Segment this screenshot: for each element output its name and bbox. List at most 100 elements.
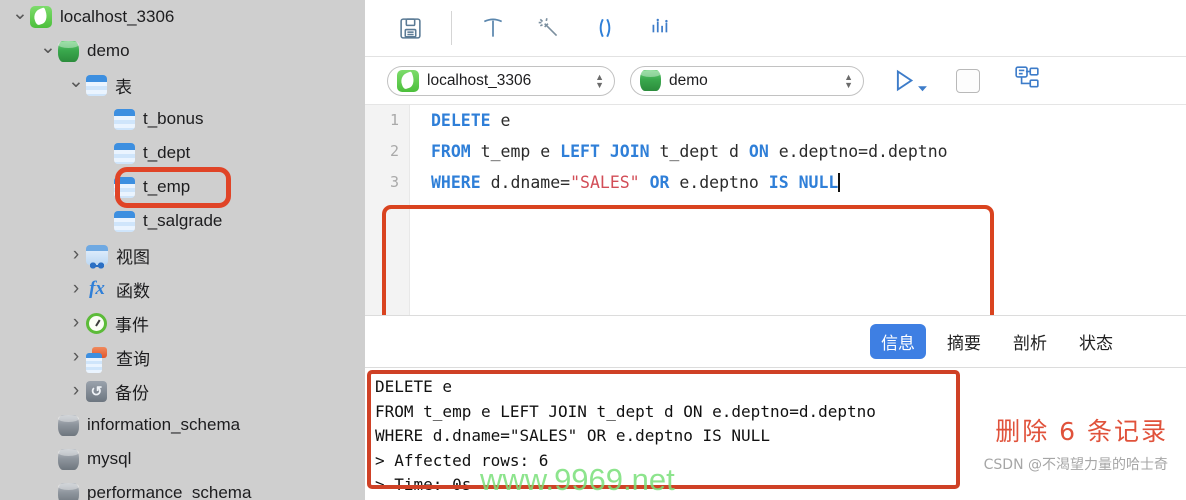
table-icon	[114, 210, 135, 232]
tree-item-label: 函数	[116, 281, 150, 301]
code-token: d.dname=	[480, 173, 571, 192]
database-icon-gray	[58, 448, 79, 470]
editor-toolbar	[365, 0, 1186, 57]
database-icon	[58, 40, 79, 62]
save-icon[interactable]	[389, 8, 431, 48]
tree-item-demo[interactable]: demo	[0, 34, 365, 68]
tree-item-t_emp[interactable]: t_emp	[0, 170, 365, 204]
sql-editor[interactable]: 123 DELETE e FROM t_emp e LEFT JOIN t_dep…	[365, 105, 1186, 316]
code-token: WHERE	[431, 173, 481, 192]
database-select[interactable]: demo ▲ ▼	[630, 65, 864, 96]
stepper-arrows-icon[interactable]: ▲ ▼	[595, 72, 608, 89]
stop-query-button[interactable]	[956, 68, 980, 93]
tree-item-label: t_salgrade	[143, 211, 223, 230]
mysql-client-window: localhost_3306demo 表 t_bonus t_dept t_emp t_s…	[0, 0, 1186, 500]
site-watermark: www.9969.net	[480, 462, 675, 497]
toolbar-divider	[451, 11, 452, 45]
text-cursor	[838, 173, 840, 192]
disclosure-triangle-icon[interactable]	[66, 312, 86, 334]
result-tab-bar[interactable]: 信息 摘要 剖析 状态	[365, 316, 1186, 368]
tree-item-t_salgrade[interactable]: t_salgrade	[0, 204, 365, 238]
code-token: e	[490, 111, 511, 130]
stepper-arrows-icon[interactable]: ▲ ▼	[844, 72, 857, 89]
code-line: FROM t_emp e LEFT JOIN t_dept d ON e.dep…	[431, 136, 948, 167]
host-select[interactable]: localhost_3306 ▲ ▼	[387, 65, 615, 96]
tree-item-label: demo	[87, 41, 130, 60]
code-token: e.deptno	[669, 173, 769, 192]
mysql-connection-icon	[397, 69, 419, 92]
tree-item-表[interactable]: 表	[0, 68, 365, 102]
code-token: t_emp e	[470, 142, 561, 161]
disclosure-triangle-icon[interactable]	[66, 244, 86, 266]
tree-item-label: 查询	[116, 349, 150, 369]
tree-item-label: t_emp	[143, 177, 191, 196]
annotation-box-sql	[382, 205, 994, 315]
disclosure-triangle-icon[interactable]	[66, 346, 86, 368]
connection-selector-bar: localhost_3306 ▲ ▼ demo ▲ ▼	[365, 57, 1186, 105]
run-query-button[interactable]	[890, 67, 928, 94]
line-number-gutter: 1 2 3	[365, 105, 410, 315]
tree-item-localhost_3306[interactable]: localhost_3306	[0, 0, 365, 34]
database-select-value: demo	[669, 71, 708, 89]
mysql-connection-icon	[30, 6, 52, 28]
result-tab-状态[interactable]: 状态	[1068, 324, 1124, 359]
tree-item-label: 备份	[115, 383, 149, 403]
result-tab-摘要[interactable]: 摘要	[936, 324, 992, 359]
tree-item-label: 视图	[116, 247, 150, 267]
tree-item-mysql[interactable]: mysql	[0, 442, 365, 476]
line-number: 1	[389, 111, 399, 129]
tree-item-performance_schema[interactable]: performance_schema	[0, 476, 365, 500]
table-icon	[114, 142, 135, 164]
disclosure-triangle-icon[interactable]	[38, 40, 58, 63]
tree-item-t_bonus[interactable]: t_bonus	[0, 102, 365, 136]
tree-item-备份[interactable]: ↺ 备份	[0, 374, 365, 408]
beautify-icon[interactable]	[528, 8, 570, 48]
code-line: DELETE e	[431, 105, 948, 136]
code-token: LEFT JOIN	[560, 142, 650, 161]
database-icon	[640, 70, 661, 91]
disclosure-triangle-icon[interactable]	[66, 74, 86, 97]
disclosure-triangle-icon[interactable]	[66, 380, 86, 402]
disclosure-triangle-icon[interactable]	[66, 278, 86, 300]
code-token: DELETE	[431, 111, 491, 130]
event-clock-icon	[86, 312, 107, 334]
tables-folder-icon	[86, 74, 107, 96]
disclosure-triangle-icon[interactable]	[10, 6, 30, 29]
tree-item-label: t_dept	[143, 143, 191, 162]
tree-item-label: mysql	[87, 449, 132, 468]
explain-plan-button[interactable]	[1014, 65, 1040, 96]
tree-item-t_dept[interactable]: t_dept	[0, 136, 365, 170]
code-token: FROM	[431, 142, 471, 161]
chevron-down-icon[interactable]	[917, 83, 928, 94]
tree-item-information_schema[interactable]: information_schema	[0, 408, 365, 442]
tree-item-label: 表	[115, 77, 132, 97]
table-icon	[114, 176, 135, 198]
result-tab-信息[interactable]: 信息	[870, 324, 926, 359]
line-number: 3	[389, 173, 399, 191]
result-tab-剖析[interactable]: 剖析	[1002, 324, 1058, 359]
tree-item-label: t_bonus	[143, 109, 204, 128]
tree-item-label: information_schema	[87, 415, 241, 434]
tree-item-label: performance_schema	[87, 483, 252, 500]
tree-item-事件[interactable]: 事件	[0, 306, 365, 340]
connection-tree: localhost_3306demo 表 t_bonus t_dept t_emp t_s…	[0, 0, 365, 500]
query-editor-pane: localhost_3306 ▲ ▼ demo ▲ ▼ 1 2 3 DELETE…	[365, 0, 1186, 500]
tree-item-视图[interactable]: 视图	[0, 238, 365, 272]
database-icon-gray	[58, 482, 79, 500]
tree-item-查询[interactable]: 查询	[0, 340, 365, 374]
tree-item-label: localhost_3306	[60, 7, 175, 26]
format-sql-icon[interactable]	[472, 8, 514, 48]
table-icon	[114, 108, 135, 130]
function-icon: fx	[89, 278, 105, 299]
statistics-icon[interactable]	[640, 8, 682, 48]
code-parens-icon[interactable]	[584, 8, 626, 48]
tree-item-label: 事件	[115, 315, 149, 335]
backup-icon: ↺	[86, 380, 107, 402]
annotation-csdn-credit: CSDN @不渴望力量的哈士奇	[983, 457, 1168, 473]
sql-code-area[interactable]: DELETE e FROM t_emp e LEFT JOIN t_dept d …	[431, 105, 948, 198]
tree-item-函数[interactable]: fx 函数	[0, 272, 365, 306]
code-token: IS NULL	[768, 173, 839, 192]
object-tree-sidebar[interactable]: localhost_3306demo 表 t_bonus t_dept t_emp t_s…	[0, 0, 365, 500]
code-token: "SALES"	[570, 173, 640, 192]
